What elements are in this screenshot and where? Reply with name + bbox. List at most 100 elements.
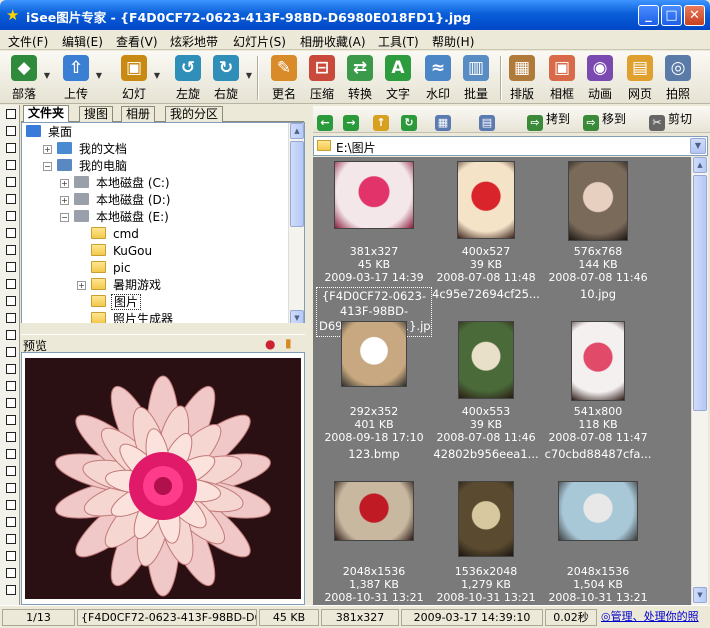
scroll-down-icon[interactable]: ▼ <box>693 587 707 603</box>
tree-item[interactable]: + 暑期游戏 <box>77 277 163 294</box>
tree-scrollbar[interactable]: ▲ ▼ <box>288 123 304 328</box>
row-checkbox[interactable] <box>6 347 16 357</box>
row-checkbox[interactable] <box>6 245 16 255</box>
chevron-down-icon[interactable]: ▼ <box>246 71 252 80</box>
toolbar-webpage-button[interactable]: ▤ 网页 <box>624 53 656 103</box>
path-dropdown-icon[interactable]: ▼ <box>690 138 706 154</box>
row-checkbox[interactable] <box>6 296 16 306</box>
menu-item-7[interactable]: 帮助(H) <box>432 33 474 50</box>
row-checkbox[interactable] <box>6 313 16 323</box>
toolbar-frame-button[interactable]: ▣ 相框 <box>546 53 578 103</box>
tree-item[interactable]: + 本地磁盘 (C:) <box>60 175 172 192</box>
thumbnail-image[interactable] <box>558 481 638 541</box>
tab-3[interactable]: 我的分区 <box>165 106 224 122</box>
row-checkbox[interactable] <box>6 381 16 391</box>
scroll-thumb[interactable] <box>693 175 707 411</box>
tree-item[interactable]: + 本地磁盘 (D:) <box>60 192 172 209</box>
row-checkbox[interactable] <box>6 483 16 493</box>
thumbnail-image[interactable] <box>341 321 407 387</box>
thumbnail-item[interactable]: 381x327 45 KB 2009-03-17 14:39 {F4D0CF72-06… <box>316 157 432 337</box>
pane-splitter[interactable] <box>305 105 313 605</box>
expand-icon[interactable]: + <box>43 145 52 154</box>
sort-button[interactable]: ▤ <box>479 110 498 131</box>
thumbnail-filename[interactable]: 42802b956eea1... <box>428 447 544 461</box>
row-checkbox[interactable] <box>6 228 16 238</box>
tab-1[interactable]: 搜图 <box>79 106 114 122</box>
row-checkbox[interactable] <box>6 449 16 459</box>
menu-item-0[interactable]: 文件(F) <box>8 33 48 50</box>
thumbnail-item[interactable]: 292x352 401 KB 2008-09-18 17:10 123.bmp <box>319 317 429 467</box>
row-checkbox[interactable] <box>6 330 16 340</box>
toolbar-convert-button[interactable]: ⇄ 转换 <box>344 53 376 103</box>
row-checkbox[interactable] <box>6 143 16 153</box>
forward-arrow-button[interactable]: → <box>343 110 362 131</box>
row-checkbox[interactable] <box>6 517 16 527</box>
status-link[interactable]: ◎管理、处理你的照 <box>598 609 708 626</box>
row-checkbox[interactable] <box>6 262 16 272</box>
row-checkbox[interactable] <box>6 568 16 578</box>
row-checkbox[interactable] <box>6 109 16 119</box>
histogram-icon[interactable]: ▮ <box>285 336 292 350</box>
thumbnail-image[interactable] <box>334 481 414 541</box>
refresh-button[interactable]: ↻ <box>401 110 420 131</box>
menu-item-3[interactable]: 炫彩地带 <box>170 33 218 50</box>
thumbnail-item[interactable]: 1536x2048 1,279 KB 2008-10-31 13:21 <box>431 477 541 605</box>
view-mode-button[interactable]: ▦ <box>435 110 454 131</box>
chevron-down-icon[interactable]: ▼ <box>96 71 102 80</box>
row-checkbox[interactable] <box>6 432 16 442</box>
expand-icon[interactable]: + <box>60 196 69 205</box>
toolbar-rotate-left-button[interactable]: ↺ 左旋 <box>172 53 204 103</box>
row-checkbox[interactable] <box>6 211 16 221</box>
toolbar-text-button[interactable]: A 文字 <box>382 53 414 103</box>
menu-item-1[interactable]: 编辑(E) <box>62 33 103 50</box>
back-arrow-button[interactable]: ← <box>317 110 336 131</box>
close-button[interactable]: ✕ <box>684 5 705 26</box>
toolbar-camera-button[interactable]: ◎ 拍照 <box>662 53 694 103</box>
row-checkbox[interactable] <box>6 126 16 136</box>
toolbar-batch-button[interactable]: ▥ 批量 <box>460 53 492 103</box>
grid-scrollbar[interactable]: ▲ ▼ <box>691 157 708 605</box>
row-checkbox[interactable] <box>6 364 16 374</box>
collapse-icon[interactable]: − <box>43 162 52 171</box>
toolbar-compress-button[interactable]: ⊟ 压缩 <box>306 53 338 103</box>
menu-item-5[interactable]: 相册收藏(A) <box>300 33 366 50</box>
maximize-button[interactable]: □ <box>661 5 682 26</box>
thumbnail-item[interactable]: 576x768 144 KB 2008-07-08 11:46 10.jpg <box>543 157 653 307</box>
tree-item[interactable]: + 我的文档 <box>43 141 129 158</box>
row-checkbox[interactable] <box>6 500 16 510</box>
toolbar-animation-button[interactable]: ◉ 动画 <box>584 53 616 103</box>
thumbnail-filename[interactable]: 4c95e72694cf25... <box>428 287 544 301</box>
thumbnail-filename[interactable]: 123.bmp <box>316 447 432 461</box>
tab-2[interactable]: 相册 <box>121 106 156 122</box>
row-checkbox[interactable] <box>6 466 16 476</box>
menu-item-6[interactable]: 工具(T) <box>378 33 419 50</box>
toolbar-upload-button[interactable]: ⇧ 上传 ▼ <box>60 53 102 103</box>
row-checkbox[interactable] <box>6 279 16 289</box>
toolbar-watermark-button[interactable]: ≈ 水印 <box>422 53 454 103</box>
thumbnail-image[interactable] <box>334 161 414 229</box>
tree-item[interactable]: 桌面 <box>26 124 74 141</box>
thumbnail-image[interactable] <box>568 161 628 241</box>
thumbnail-image[interactable] <box>458 481 514 557</box>
thumbnail-image[interactable] <box>458 321 514 399</box>
thumbnail-image[interactable] <box>457 161 515 239</box>
row-checkbox[interactable] <box>6 398 16 408</box>
tree-item[interactable]: − 本地磁盘 (E:) <box>60 209 171 226</box>
thumbnail-image[interactable] <box>571 321 625 401</box>
path-box[interactable]: E:\图片 ▼ <box>313 136 708 156</box>
thumbnail-item[interactable]: 541x800 118 KB 2008-07-08 11:47 c70cbd88487… <box>543 317 653 467</box>
row-checkbox[interactable] <box>6 534 16 544</box>
toolbar-slideshow-button[interactable]: ▣ 幻灯 ▼ <box>118 53 160 103</box>
thumbnail-item[interactable]: 400x553 39 KB 2008-07-08 11:46 42802b956eea… <box>431 317 541 467</box>
collapse-icon[interactable]: − <box>60 213 69 222</box>
row-checkbox[interactable] <box>6 551 16 561</box>
move-to-button[interactable]: ⇨ 移到 <box>583 110 626 131</box>
menu-item-2[interactable]: 查看(V) <box>116 33 158 50</box>
qq-icon[interactable]: ● <box>265 337 275 351</box>
tree-item[interactable]: 图片 <box>77 294 142 311</box>
menu-item-4[interactable]: 幻灯片(S) <box>233 33 286 50</box>
row-checkbox[interactable] <box>6 585 16 595</box>
scroll-up-icon[interactable]: ▲ <box>693 157 707 173</box>
thumbnail-filename[interactable]: 10.jpg <box>540 287 656 301</box>
thumbnail-item[interactable]: 400x527 39 KB 2008-07-08 11:48 4c95e72694cf… <box>431 157 541 307</box>
